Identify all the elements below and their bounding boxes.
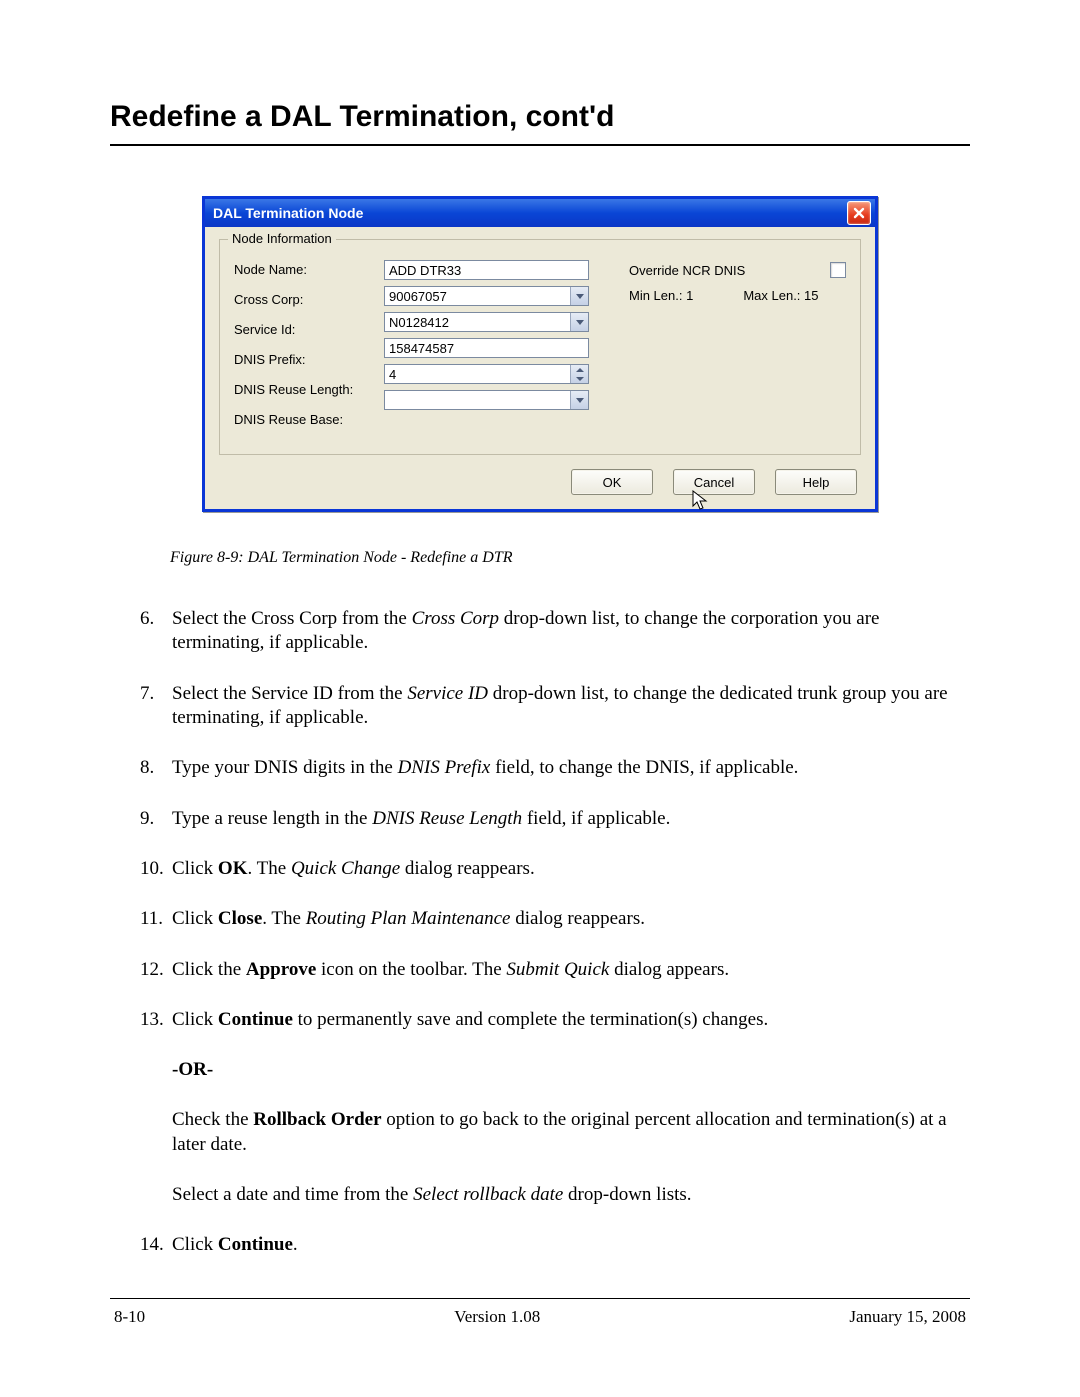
label-cross-corp: Cross Corp: [234,292,384,310]
chevron-down-icon[interactable] [570,391,588,409]
label-node-name: Node Name: [234,262,384,280]
title-rule [110,144,970,146]
dnis-reuse-length-stepper[interactable]: 4 [384,364,589,384]
label-min-len: Min Len.: 1 [629,288,693,303]
footer-page: 8-10 [114,1307,145,1327]
label-override-ncr: Override NCR DNIS [629,263,745,278]
dnis-reuse-base-select[interactable] [384,390,589,410]
dialog-title: DAL Termination Node [213,205,363,221]
chevron-down-icon[interactable] [570,313,588,331]
footer-version: Version 1.08 [454,1307,540,1327]
node-name-field[interactable]: ADD DTR33 [384,260,589,280]
figure-caption: Figure 8-9: DAL Termination Node - Redef… [170,549,513,567]
spin-up-icon[interactable] [576,365,584,374]
dal-termination-dialog: DAL Termination Node Node Information No… [202,196,878,512]
service-id-select[interactable]: N0128412 [384,312,589,332]
label-dnis-reuse-len: DNIS Reuse Length: [234,382,384,400]
dialog-titlebar: DAL Termination Node [205,199,875,227]
spin-down-icon[interactable] [576,374,584,383]
label-dnis-reuse-base: DNIS Reuse Base: [234,412,384,430]
footer-date: January 15, 2008 [849,1307,966,1327]
chevron-down-icon[interactable] [570,287,588,305]
node-info-group: Node Information Node Name: Cross Corp: … [219,239,861,455]
page-title: Redefine a DAL Termination, cont'd [110,100,970,134]
override-ncr-checkbox[interactable] [830,262,846,278]
cross-corp-select[interactable]: 90067057 [384,286,589,306]
cursor-icon [692,490,710,517]
instruction-list: 6.Select the Cross Corp from the Cross C… [110,607,970,1032]
label-service-id: Service Id: [234,322,384,340]
label-max-len: Max Len.: 15 [743,288,818,303]
or-label: -OR- [172,1059,213,1080]
page-footer: 8-10 Version 1.08 January 15, 2008 [110,1307,970,1327]
close-icon[interactable] [847,201,871,225]
groupbox-legend: Node Information [228,231,336,246]
label-dnis-prefix: DNIS Prefix: [234,352,384,370]
dnis-prefix-field[interactable]: 158474587 [384,338,589,358]
ok-button[interactable]: OK [571,469,653,495]
help-button[interactable]: Help [775,469,857,495]
cancel-button[interactable]: Cancel [673,469,755,495]
footer-rule [110,1298,970,1299]
